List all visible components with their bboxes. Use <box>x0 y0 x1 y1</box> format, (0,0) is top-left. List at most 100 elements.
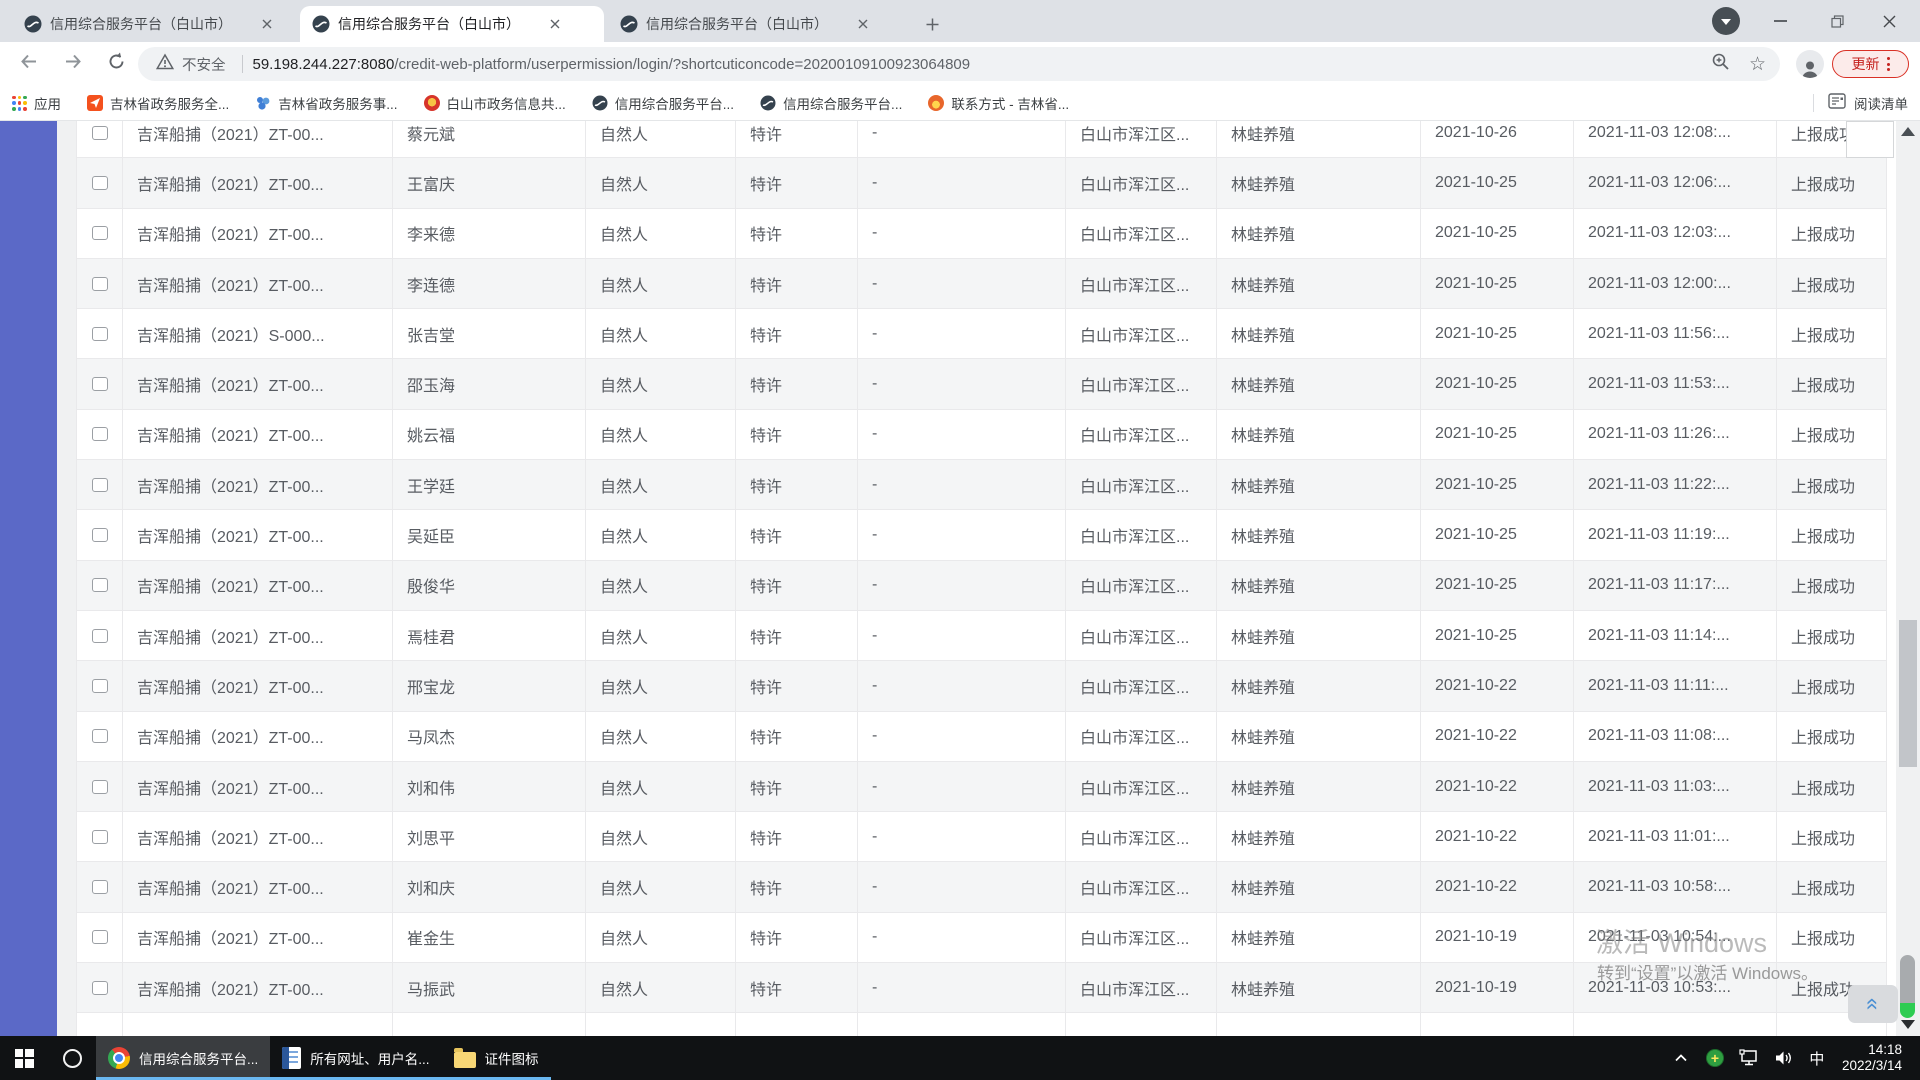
inner-scrollbar-thumb[interactable] <box>1900 955 1915 1018</box>
scrollbar-down-arrow-icon[interactable] <box>1901 1020 1915 1029</box>
cell-permit_no: 吉浑船捕（2021）ZT-00... <box>123 963 393 1013</box>
empty-cell <box>586 1013 736 1036</box>
address-bar[interactable]: 不安全 59.198.244.227:8080/credit-web-platf… <box>138 47 1780 81</box>
antivirus-shield-icon[interactable]: + <box>1700 1036 1730 1080</box>
site-favicon-globe-icon <box>620 15 638 33</box>
table-row: 吉浑船捕（2021）ZT-00... 刘和庆 自然人 特许 - 白山市浑江区... 林蛙养殖… <box>77 862 1887 913</box>
checkbox-cell <box>77 812 123 862</box>
cell-issue_date: 2021-10-25 <box>1421 208 1574 258</box>
row-checkbox[interactable] <box>91 678 108 693</box>
taskbar-app-folder[interactable]: 证件图标 <box>441 1036 551 1080</box>
cell-report_time: 2021-11-03 11:08:... <box>1574 711 1777 761</box>
row-checkbox[interactable] <box>91 377 108 392</box>
reload-icon[interactable] <box>106 51 127 77</box>
cell-permit_no: 吉浑船捕（2021）S-000... <box>123 309 393 359</box>
checkbox-cell <box>77 309 123 359</box>
cortana-search-button[interactable] <box>48 1036 96 1080</box>
cell-permit_no: 吉浑船捕（2021）ZT-00... <box>123 610 393 661</box>
row-checkbox[interactable] <box>91 578 108 593</box>
bookmark-item[interactable]: 吉林省政务服务事... <box>255 93 398 113</box>
tab-close-icon[interactable] <box>854 15 872 33</box>
bookmark-item[interactable]: 白山市政务信息共... <box>423 93 566 113</box>
back-to-top-button[interactable]: « <box>1848 985 1898 1023</box>
cell-permit_no: 吉浑船捕（2021）ZT-00... <box>123 510 393 560</box>
zoom-in-page-icon[interactable] <box>1711 52 1731 77</box>
profile-avatar-icon[interactable] <box>1796 50 1824 78</box>
cell-holder: 邵玉海 <box>393 359 586 409</box>
page-scrollbar-thumb[interactable] <box>1899 620 1917 767</box>
row-checkbox[interactable] <box>91 779 108 794</box>
row-checkbox[interactable] <box>91 276 108 291</box>
empty-cell <box>1217 1013 1421 1036</box>
security-label[interactable]: 不安全 <box>182 54 226 75</box>
cell-industry: 林蛙养殖 <box>1217 309 1421 359</box>
reading-list-label[interactable]: 阅读清单 <box>1854 93 1908 113</box>
cell-region: 白山市浑江区... <box>1066 862 1217 912</box>
update-label: 更新 <box>1851 56 1880 72</box>
apps-label: 应用 <box>34 97 61 112</box>
row-checkbox[interactable] <box>91 930 108 945</box>
table-row: 吉浑船捕（2021）ZT-00... 王学廷 自然人 特许 - 白山市浑江区... 林蛙养殖… <box>77 460 1887 511</box>
cell-region: 白山市浑江区... <box>1066 761 1217 812</box>
taskbar-app-document[interactable]: 所有网址、用户名... <box>270 1036 442 1080</box>
bookmarks-separator <box>1813 94 1814 112</box>
checkbox-cell <box>77 560 123 610</box>
cell-report_time: 2021-11-03 11:11:... <box>1574 661 1777 711</box>
tab-1[interactable]: 信用综合服务平台（白山市） <box>12 6 300 42</box>
row-checkbox[interactable] <box>91 427 108 442</box>
apps-shortcut[interactable]: 应用 <box>12 93 61 113</box>
bookmark-item[interactable]: 联系方式 - 吉林省... <box>928 93 1069 113</box>
row-checkbox[interactable] <box>91 477 108 492</box>
bookmark-item[interactable]: 吉林省政务服务全... <box>87 93 229 113</box>
tab-3[interactable]: 信用综合服务平台（白山市） <box>608 6 902 42</box>
network-icon[interactable] <box>1734 1036 1764 1080</box>
ime-indicator[interactable]: 中 <box>1802 1036 1832 1080</box>
page-scrollbar-track[interactable] <box>1896 121 1920 1036</box>
row-checkbox[interactable] <box>91 880 108 895</box>
cell-status: 上报成功 <box>1777 258 1887 309</box>
cell-permit_no: 吉浑船捕（2021）ZT-00... <box>123 460 393 510</box>
window-restore-button[interactable] <box>1814 0 1860 42</box>
start-button[interactable] <box>0 1036 48 1080</box>
window-close-button[interactable] <box>1866 0 1912 42</box>
scrollbar-up-arrow-icon[interactable] <box>1901 127 1915 136</box>
cell-region: 白山市浑江区... <box>1066 560 1217 610</box>
bookmark-item[interactable]: 信用综合服务平台... <box>592 93 734 113</box>
row-checkbox[interactable] <box>91 729 108 744</box>
bookmark-star-icon[interactable]: ☆ <box>1749 55 1766 74</box>
bookmark-item[interactable]: 信用综合服务平台... <box>760 93 902 113</box>
sidebar-edge-strip <box>0 121 57 1036</box>
dark-globe-icon <box>592 95 608 111</box>
tab-title: 信用综合服务平台（白山市） <box>646 16 828 32</box>
cell-license_type: 特许 <box>736 761 858 812</box>
row-checkbox[interactable] <box>91 226 108 241</box>
national-emblem-icon <box>423 95 440 111</box>
tab-close-icon[interactable] <box>258 15 276 33</box>
new-tab-button-icon[interactable] <box>920 12 944 36</box>
forward-icon[interactable] <box>62 51 84 78</box>
browser-profile-dropdown-icon[interactable] <box>1712 7 1740 35</box>
cell-content: - <box>858 711 1066 761</box>
row-checkbox[interactable] <box>91 125 108 140</box>
hidden-icons-chevron-icon[interactable] <box>1666 1036 1696 1080</box>
checkbox-cell <box>77 711 123 761</box>
back-icon[interactable] <box>18 51 40 78</box>
cell-region: 白山市浑江区... <box>1066 711 1217 761</box>
cell-report_time: 2021-11-03 11:53:... <box>1574 359 1777 409</box>
cell-content: - <box>858 862 1066 912</box>
volume-icon[interactable] <box>1768 1036 1798 1080</box>
menu-dots-icon[interactable] <box>1886 57 1890 71</box>
row-checkbox[interactable] <box>91 980 108 995</box>
row-checkbox[interactable] <box>91 175 108 190</box>
chrome-update-button[interactable]: 更新 <box>1832 50 1909 78</box>
tab-close-icon[interactable] <box>546 15 564 33</box>
window-minimize-button[interactable] <box>1757 0 1803 42</box>
cell-industry: 林蛙养殖 <box>1217 912 1421 963</box>
row-checkbox[interactable] <box>91 326 108 341</box>
tab-2-active[interactable]: 信用综合服务平台（白山市） <box>300 6 604 42</box>
taskbar-app-chrome[interactable]: 信用综合服务平台... <box>96 1036 271 1080</box>
taskbar-clock[interactable]: 14:18 2022/3/14 <box>1836 1042 1912 1074</box>
row-checkbox[interactable] <box>91 528 108 543</box>
row-checkbox[interactable] <box>91 628 108 643</box>
row-checkbox[interactable] <box>91 829 108 844</box>
